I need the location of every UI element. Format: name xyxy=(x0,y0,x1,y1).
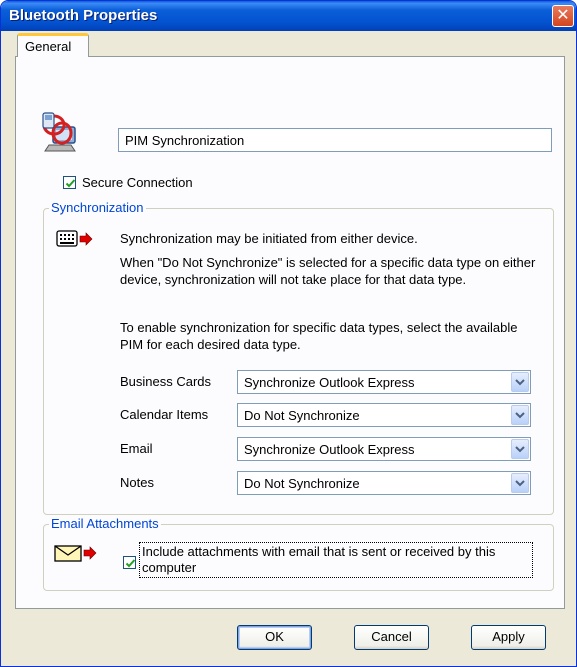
profile-name-field[interactable]: PIM Synchronization xyxy=(118,128,552,152)
business-cards-select[interactable]: Synchronize Outlook Express xyxy=(237,370,531,394)
include-attachments-label[interactable]: Include attachments with email that is s… xyxy=(142,544,534,576)
sync-info-text-3: To enable synchronization for specific d… xyxy=(120,320,518,352)
secure-connection-label[interactable]: Secure Connection xyxy=(82,175,193,190)
close-button[interactable]: ✕ xyxy=(552,5,574,27)
notes-value: Do Not Synchronize xyxy=(244,476,360,491)
cancel-button[interactable]: Cancel xyxy=(354,625,429,650)
profile-name-value: PIM Synchronization xyxy=(125,133,245,148)
bluetooth-properties-window: Bluetooth Properties ✕ General PIM Synch… xyxy=(0,0,577,667)
envelope-icon xyxy=(54,543,104,563)
sync-info-text-2: When "Do Not Synchronize" is selected fo… xyxy=(120,255,536,287)
ok-button[interactable]: OK xyxy=(237,625,312,650)
pim-sync-icon xyxy=(39,109,79,155)
business-cards-label: Business Cards xyxy=(120,374,212,389)
calendar-items-label: Calendar Items xyxy=(120,407,209,422)
email-label: Email xyxy=(120,441,153,456)
title-bar[interactable]: Bluetooth Properties ✕ xyxy=(1,1,576,31)
include-attachments-checkbox[interactable] xyxy=(123,556,136,569)
close-icon[interactable]: ✕ xyxy=(556,7,569,24)
sync-device-icon xyxy=(56,229,104,249)
calendar-items-dropdown-button[interactable] xyxy=(511,405,529,425)
email-dropdown-button[interactable] xyxy=(511,439,529,459)
dropdown-arrow-icon xyxy=(515,480,525,487)
notes-select[interactable]: Do Not Synchronize xyxy=(237,471,531,495)
apply-button[interactable]: Apply xyxy=(471,625,546,650)
email-value: Synchronize Outlook Express xyxy=(244,442,415,457)
tab-general-label: General xyxy=(25,39,72,54)
calendar-items-value: Do Not Synchronize xyxy=(244,408,360,423)
secure-connection-checkbox[interactable] xyxy=(63,176,76,189)
synchronization-legend: Synchronization xyxy=(49,200,146,215)
tab-general[interactable]: General xyxy=(17,33,89,57)
window-title: Bluetooth Properties xyxy=(9,7,158,24)
business-cards-dropdown-button[interactable] xyxy=(511,372,529,392)
checkmark-icon xyxy=(125,559,136,568)
checkmark-icon xyxy=(65,179,76,188)
business-cards-value: Synchronize Outlook Express xyxy=(244,375,415,390)
dropdown-arrow-icon xyxy=(515,379,525,386)
email-select[interactable]: Synchronize Outlook Express xyxy=(237,437,531,461)
notes-dropdown-button[interactable] xyxy=(511,473,529,493)
sync-info-text-1: Synchronization may be initiated from ei… xyxy=(120,231,418,246)
dropdown-arrow-icon xyxy=(515,412,525,419)
email-attachments-legend: Email Attachments xyxy=(49,516,161,531)
calendar-items-select[interactable]: Do Not Synchronize xyxy=(237,403,531,427)
dropdown-arrow-icon xyxy=(515,446,525,453)
notes-label: Notes xyxy=(120,475,154,490)
